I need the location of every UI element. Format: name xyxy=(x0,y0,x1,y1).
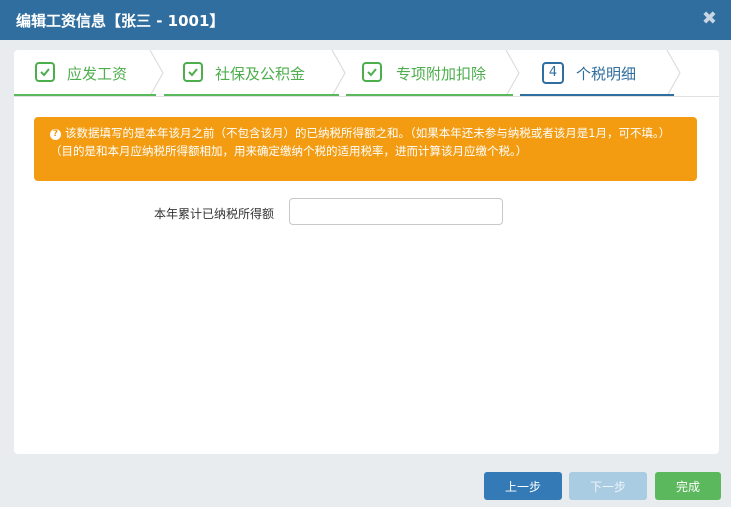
step-label: 应发工资 xyxy=(67,65,128,83)
notice-text: 该数据填写的是本年该月之前（不包含该月）的已纳税所得额之和。（如果本年还未参与纳… xyxy=(50,126,671,158)
close-icon[interactable]: ✖ xyxy=(702,8,717,29)
cumulative-taxable-income-label: 本年累计已纳税所得额 xyxy=(153,207,274,221)
question-icon: ? xyxy=(50,129,61,140)
step-underline xyxy=(14,94,156,96)
previous-step-button[interactable]: 上一步 xyxy=(484,472,562,500)
step-label: 社保及公积金 xyxy=(215,65,306,83)
step-underline xyxy=(346,94,513,96)
step-2[interactable]: 社保及公积金 xyxy=(164,50,346,96)
step-4[interactable]: 4 个税明细 xyxy=(520,50,690,96)
check-icon xyxy=(183,62,203,82)
check-icon xyxy=(35,62,55,82)
step-label: 专项附加扣除 xyxy=(396,65,487,83)
finish-button[interactable]: 完成 xyxy=(655,472,721,500)
step-3[interactable]: 专项附加扣除 xyxy=(346,50,520,96)
dialog-title: 编辑工资信息【张三 - 1001】 xyxy=(16,12,225,30)
edit-salary-dialog: 编辑工资信息【张三 - 1001】 ✖ 应发工资 社保及公积金 专项附加扣除 4… xyxy=(0,0,731,507)
check-icon xyxy=(362,62,382,82)
dialog-titlebar: 编辑工资信息【张三 - 1001】 ✖ xyxy=(0,0,731,40)
step-underline xyxy=(164,94,339,96)
step-wizard: 应发工资 社保及公积金 专项附加扣除 4 个税明细 xyxy=(14,50,719,97)
step-label: 个税明细 xyxy=(576,65,637,83)
step-number-badge: 4 xyxy=(542,62,564,84)
step-underline xyxy=(520,94,674,96)
step-1[interactable]: 应发工资 xyxy=(14,50,164,96)
dialog-body: 应发工资 社保及公积金 专项附加扣除 4 个税明细 ? 该数据填写的是本年该月之… xyxy=(14,50,719,454)
dialog-footer: 上一步 下一步 完成 xyxy=(0,464,731,507)
next-step-button[interactable]: 下一步 xyxy=(569,472,647,500)
cumulative-taxable-income-input[interactable] xyxy=(289,198,503,225)
info-notice: ? 该数据填写的是本年该月之前（不包含该月）的已纳税所得额之和。（如果本年还未参与… xyxy=(34,117,697,181)
